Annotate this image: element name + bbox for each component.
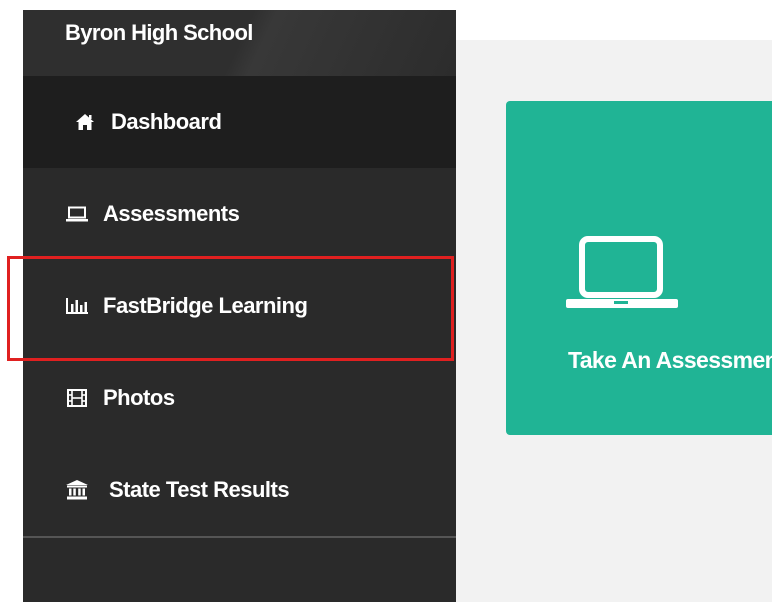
- sidebar: Byron High School Dashboard Assessments: [23, 10, 456, 602]
- sidebar-item-label: Assessments: [103, 201, 240, 226]
- sidebar-item-fastbridge-learning[interactable]: FastBridge Learning: [23, 260, 456, 352]
- bar-chart-icon: [65, 294, 89, 318]
- sidebar-divider: [23, 536, 456, 538]
- sidebar-item-dashboard[interactable]: Dashboard: [23, 76, 456, 168]
- home-icon: [73, 110, 97, 134]
- sidebar-item-assessments[interactable]: Assessments: [23, 168, 456, 260]
- card-label: Take An Assessment: [568, 347, 772, 373]
- sidebar-item-photos[interactable]: Photos: [23, 352, 456, 444]
- sidebar-item-label: Photos: [103, 385, 175, 410]
- sidebar-item-label: FastBridge Learning: [103, 293, 308, 318]
- laptop-icon: [566, 236, 678, 308]
- take-assessment-card[interactable]: Take An Assessment: [506, 101, 772, 435]
- film-icon: [65, 386, 89, 410]
- laptop-icon: [65, 202, 89, 226]
- sidebar-item-label: State Test Results: [109, 477, 290, 502]
- school-name: Byron High School: [65, 20, 253, 45]
- bank-icon: [65, 478, 89, 502]
- main-content: Take An Assessment: [456, 40, 772, 602]
- sidebar-item-label: Dashboard: [111, 109, 222, 134]
- sidebar-item-state-test-results[interactable]: State Test Results: [23, 444, 456, 536]
- sidebar-header: Byron High School: [23, 10, 456, 76]
